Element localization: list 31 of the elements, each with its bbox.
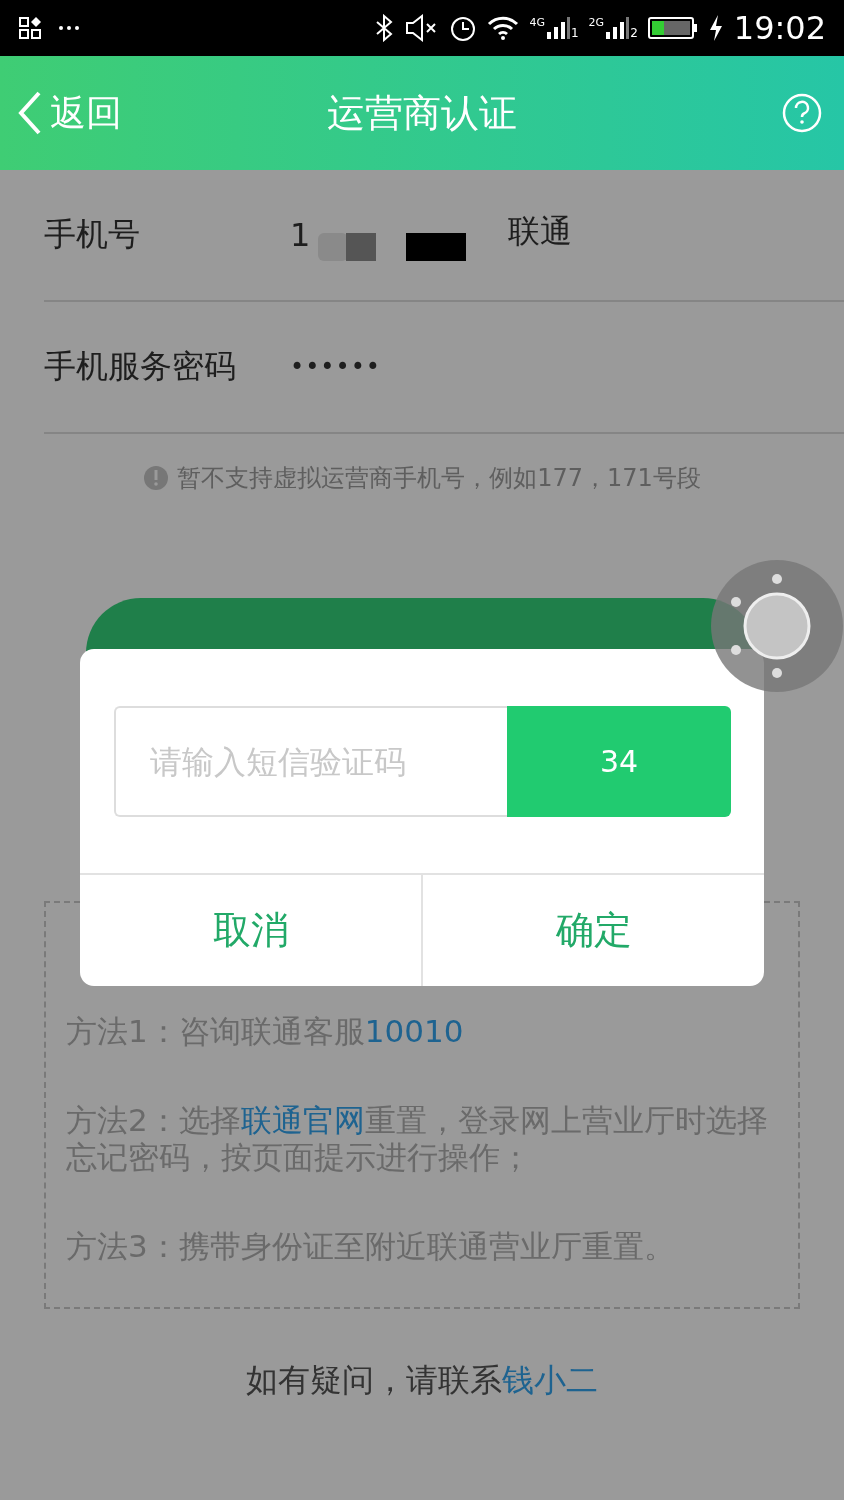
text-link[interactable]: 联通官网: [240, 1102, 365, 1138]
chevron-left-icon: [18, 91, 42, 135]
back-button[interactable]: 返回: [18, 88, 122, 138]
field-label: 手机号: [44, 214, 141, 255]
notice-text: 暂不支持虚拟运营商手机号，例如177，171号段: [177, 463, 701, 494]
dialog-button[interactable]: 取消: [80, 875, 421, 986]
alarm-icon: [449, 14, 478, 42]
more-icon: [58, 25, 80, 31]
network-type: 2G: [588, 16, 605, 29]
phone-number: 1: [290, 216, 311, 254]
sim-number: 2: [630, 26, 638, 40]
carrier-name: 联通: [508, 211, 573, 252]
password-field[interactable]: ••••••: [290, 353, 381, 381]
signal-icon: [605, 16, 630, 40]
countdown-button[interactable]: 34: [507, 706, 731, 817]
battery-icon: [647, 16, 698, 40]
clock-time: 19:02: [733, 9, 826, 47]
signal-icon: [545, 16, 570, 40]
apps-icon: [18, 16, 44, 40]
network-type: 4G: [529, 16, 545, 29]
contact-link[interactable]: 钱小二: [502, 1361, 598, 1399]
page-title: 运营商认证: [327, 89, 517, 137]
charging-icon: [707, 14, 724, 42]
sim-number: 1: [570, 26, 579, 40]
floating-control-icon[interactable]: [710, 559, 844, 693]
warning-icon: [143, 465, 170, 491]
text-link[interactable]: 10010: [364, 1013, 464, 1049]
field-label: 手机服务密码: [44, 346, 237, 387]
wifi-icon: [487, 15, 520, 41]
contact-text: 如有疑问，请联系钱小二: [245, 1360, 599, 1401]
dialog-button[interactable]: 确定: [421, 875, 764, 986]
